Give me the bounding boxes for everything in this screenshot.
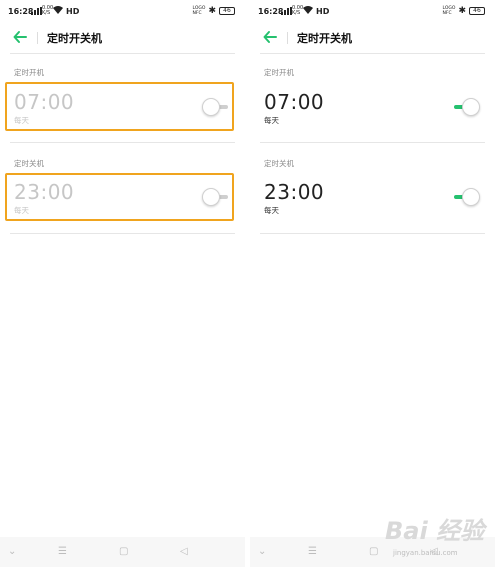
status-bar: 16:28 0.00 K/S HD LOGO NFC ✱ 46 [8, 6, 235, 20]
power-on-label: 定时开机 [264, 68, 294, 77]
appbar-separator [37, 32, 38, 44]
back-arrow-icon[interactable] [261, 28, 279, 46]
power-off-label: 定时关机 [264, 159, 294, 168]
nfc-indicator: LOGO NFC [442, 6, 456, 16]
power-on-repeat: 每天 [264, 116, 279, 125]
status-time: 16:28 [8, 7, 34, 16]
highlight-box-power-on [5, 82, 234, 131]
header-divider [260, 53, 485, 54]
signal-icon [31, 7, 42, 15]
row-divider [10, 142, 235, 143]
nfc-indicator: LOGO NFC [192, 6, 206, 16]
toggle-knob [462, 98, 480, 116]
row-divider [260, 233, 485, 234]
menu-icon[interactable]: ☰ [308, 546, 317, 558]
watermark-logo-text: Bai 经验 [385, 517, 485, 545]
baidu-jingyan-watermark: Bai 经验 jingyan.baidu.com [385, 505, 487, 559]
power-on-time[interactable]: 07:00 [264, 90, 324, 114]
bluetooth-icon: ✱ [208, 6, 216, 16]
home-icon[interactable]: ▢ [119, 546, 128, 558]
chevron-down-icon[interactable]: ⌄ [258, 546, 266, 558]
app-bar: 定时开关机 [250, 26, 495, 48]
power-off-toggle[interactable] [450, 188, 480, 206]
row-divider [10, 233, 235, 234]
battery-icon: 46 [219, 7, 235, 15]
highlight-box-power-off [5, 173, 234, 221]
status-bar: 16:28 0.00 K/S HD LOGO NFC ✱ 46 [258, 6, 485, 20]
power-off-repeat: 每天 [264, 206, 279, 215]
screen-before: 16:28 0.00 K/S HD LOGO NFC ✱ 46 定时开关机 定时开机… [0, 0, 245, 567]
status-time: 16:28 [258, 7, 284, 16]
home-icon[interactable]: ▢ [369, 546, 378, 558]
app-bar: 定时开关机 [0, 26, 245, 48]
watermark-url: jingyan.baidu.com [393, 549, 458, 557]
hd-indicator: HD [316, 7, 330, 16]
battery-icon: 46 [469, 7, 485, 15]
power-off-time[interactable]: 23:00 [264, 180, 324, 204]
back-arrow-icon[interactable] [11, 28, 29, 46]
page-title: 定时开关机 [297, 32, 352, 45]
screen-after: 16:28 0.00 K/S HD LOGO NFC ✱ 46 定时开关机 定时开机… [250, 0, 495, 567]
page-title: 定时开关机 [47, 32, 102, 45]
menu-icon[interactable]: ☰ [58, 546, 67, 558]
wifi-icon [53, 6, 63, 14]
hd-indicator: HD [66, 7, 80, 16]
power-on-toggle[interactable] [450, 98, 480, 116]
signal-icon [281, 7, 292, 15]
nav-bar: ⌄ ☰ ▢ ◁ [0, 537, 245, 567]
power-off-label: 定时关机 [14, 159, 44, 168]
bluetooth-icon: ✱ [458, 6, 466, 16]
power-on-label: 定时开机 [14, 68, 44, 77]
wifi-icon [303, 6, 313, 14]
row-divider [260, 142, 485, 143]
chevron-down-icon[interactable]: ⌄ [8, 546, 16, 558]
toggle-knob [462, 188, 480, 206]
header-divider [10, 53, 235, 54]
appbar-separator [287, 32, 288, 44]
back-triangle-icon[interactable]: ◁ [180, 546, 188, 558]
